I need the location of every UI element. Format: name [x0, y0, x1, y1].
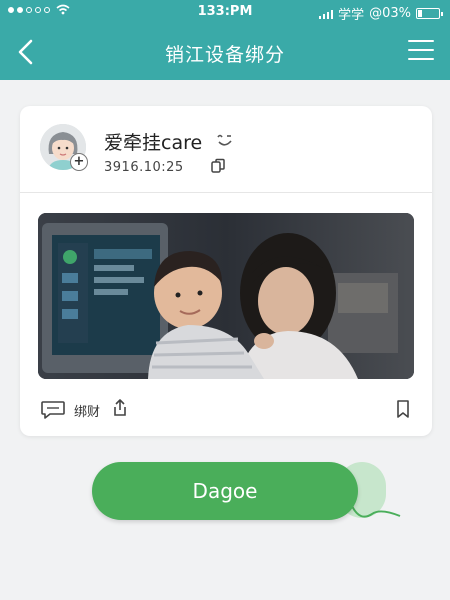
menu-button[interactable]: [408, 40, 434, 62]
cell-signal-icon: [319, 9, 334, 19]
hamburger-menu-icon: [408, 40, 434, 60]
add-badge-icon[interactable]: +: [70, 153, 88, 171]
carrier-label: 学学: [338, 8, 365, 23]
status-bar: 133:PM 学学 @03%: [0, 0, 450, 24]
primary-action-button[interactable]: Dagoe: [92, 462, 358, 520]
post-footer: 绑财: [20, 392, 432, 436]
photo-image: [38, 213, 414, 379]
post-header: + 爱牵挂care 3916.10:25: [20, 106, 432, 193]
post-timestamp: 3916.10:25: [104, 160, 184, 175]
battery-percent: @03%: [369, 6, 411, 21]
share-icon[interactable]: [112, 399, 128, 417]
username: 爱牵挂care: [104, 132, 203, 154]
page-title: 销江设备绑分: [164, 44, 285, 66]
copy-icon[interactable]: [210, 158, 226, 174]
nav-bar: 销江设备绑分: [0, 24, 450, 80]
post-photo[interactable]: [38, 213, 414, 379]
footer-label[interactable]: 绑财: [74, 401, 100, 420]
swoosh-decoration: [351, 505, 401, 518]
post-card: + 爱牵挂care 3916.10:25 绑财: [20, 106, 432, 436]
battery-icon: [416, 8, 443, 19]
wink-emoji-icon: [217, 134, 232, 146]
bookmark-icon[interactable]: [396, 400, 410, 418]
comment-icon[interactable]: [40, 400, 66, 420]
